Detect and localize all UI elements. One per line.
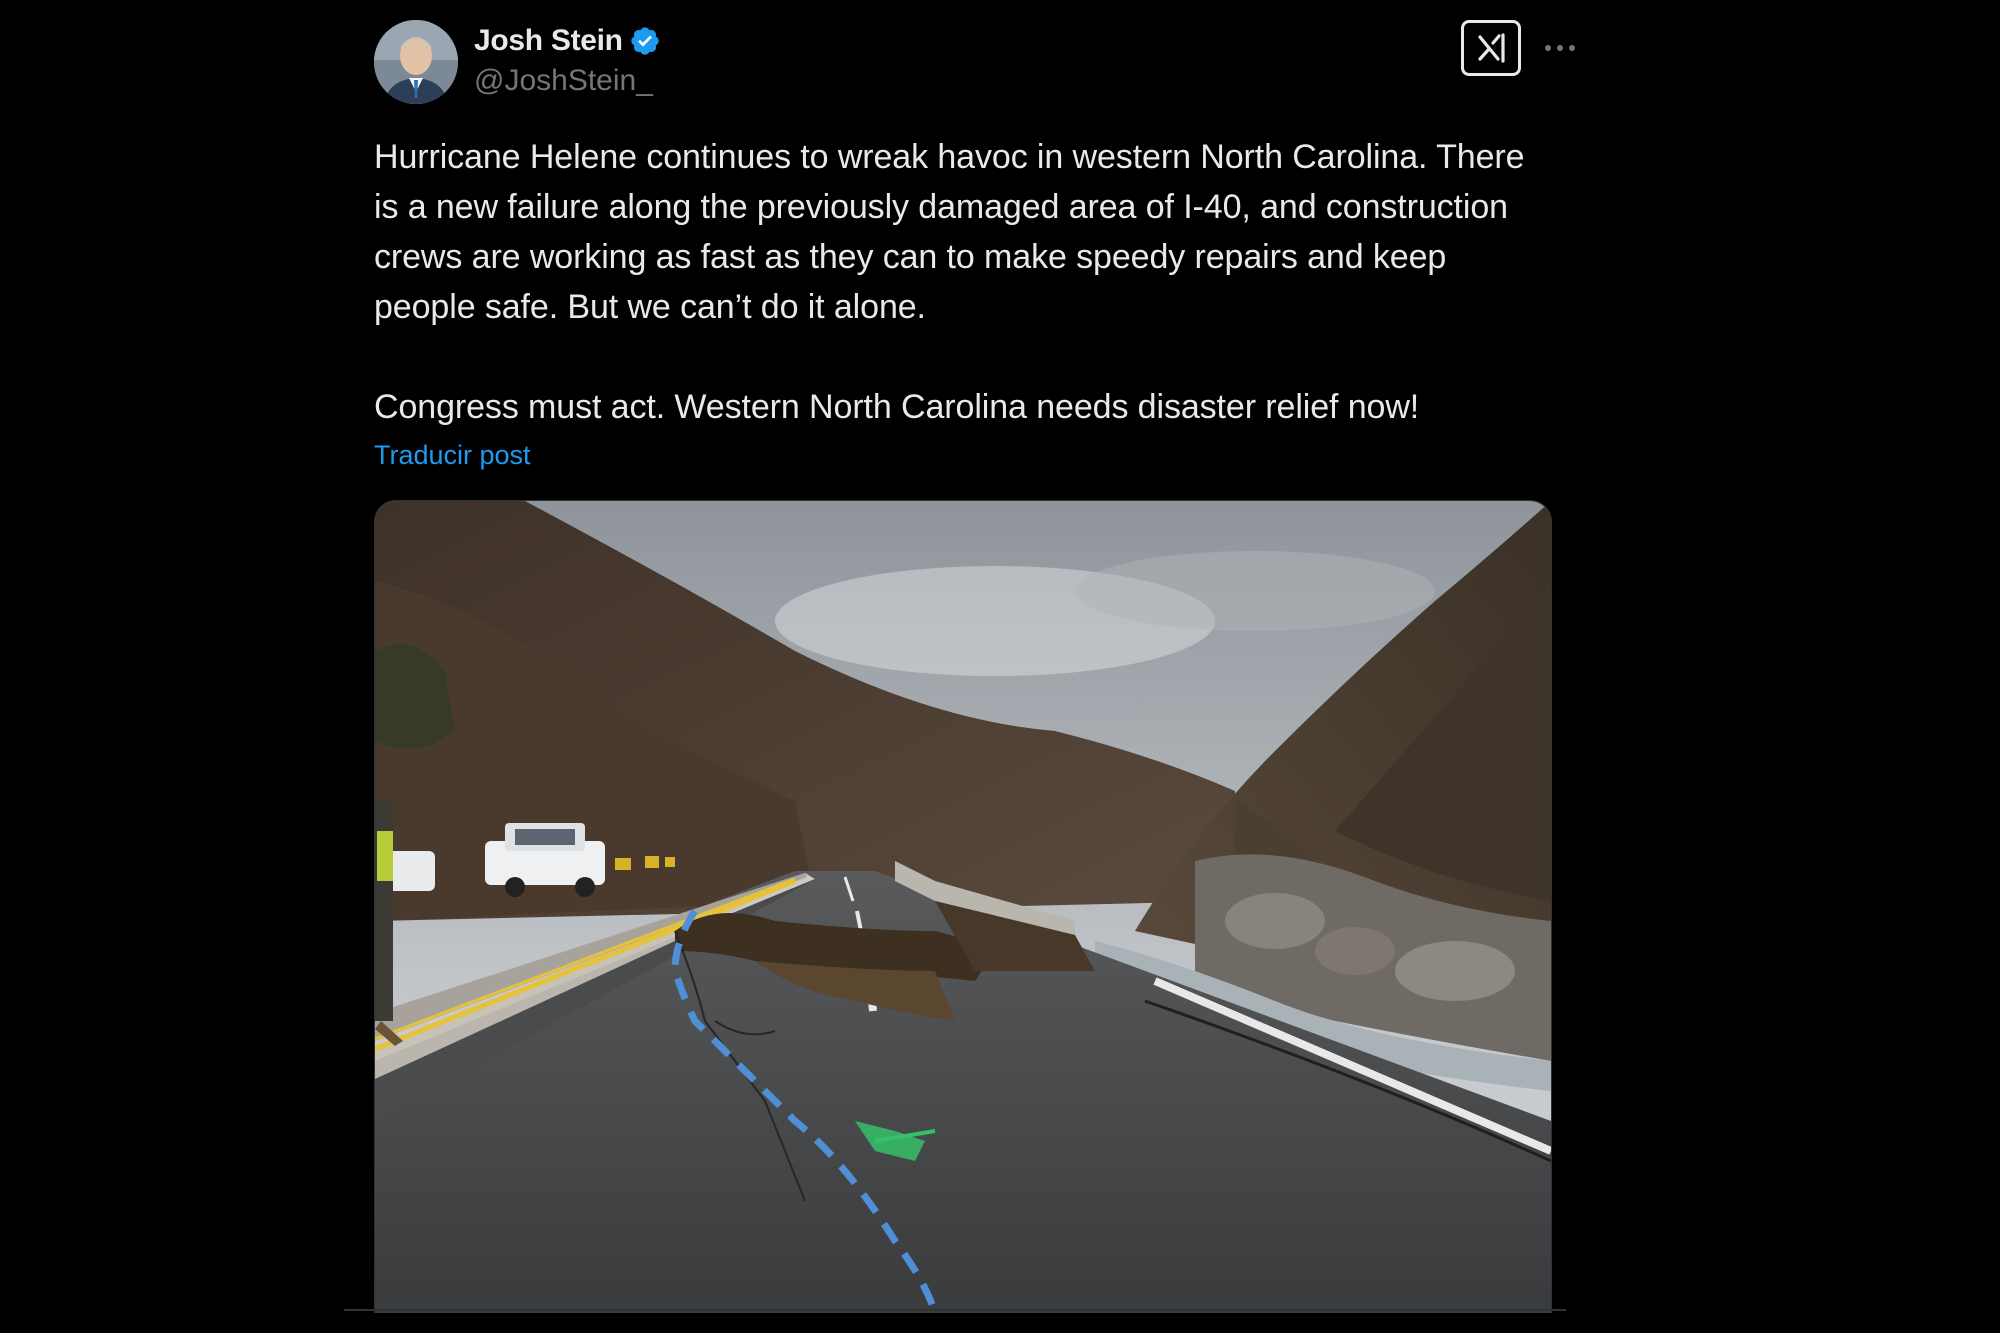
grok-button[interactable] <box>1461 20 1521 76</box>
display-name-row: Josh Stein <box>474 20 661 62</box>
avatar[interactable] <box>374 20 458 104</box>
tweet-photo[interactable] <box>374 500 1552 1313</box>
more-options-button[interactable] <box>1542 34 1578 62</box>
more-dots-icon <box>1545 45 1575 51</box>
author-display-name[interactable]: Josh Stein <box>474 24 623 58</box>
tweet-header: Josh Stein @JoshStein_ <box>374 20 1575 104</box>
tweet-text: Hurricane Helene continues to wreak havo… <box>374 138 1525 426</box>
grok-icon <box>1478 33 1505 63</box>
road-collapse-photo <box>375 501 1551 1313</box>
post-divider <box>344 1309 1566 1311</box>
author-names: Josh Stein @JoshStein_ <box>474 20 661 98</box>
author-handle[interactable]: @JoshStein_ <box>474 64 661 98</box>
verified-badge-icon <box>631 27 659 55</box>
tweet-card: Josh Stein @JoshStein_ Hurricane Helene … <box>344 0 1575 1333</box>
translate-post-link[interactable]: Traducir post <box>374 440 531 471</box>
avatar-image <box>374 20 458 104</box>
